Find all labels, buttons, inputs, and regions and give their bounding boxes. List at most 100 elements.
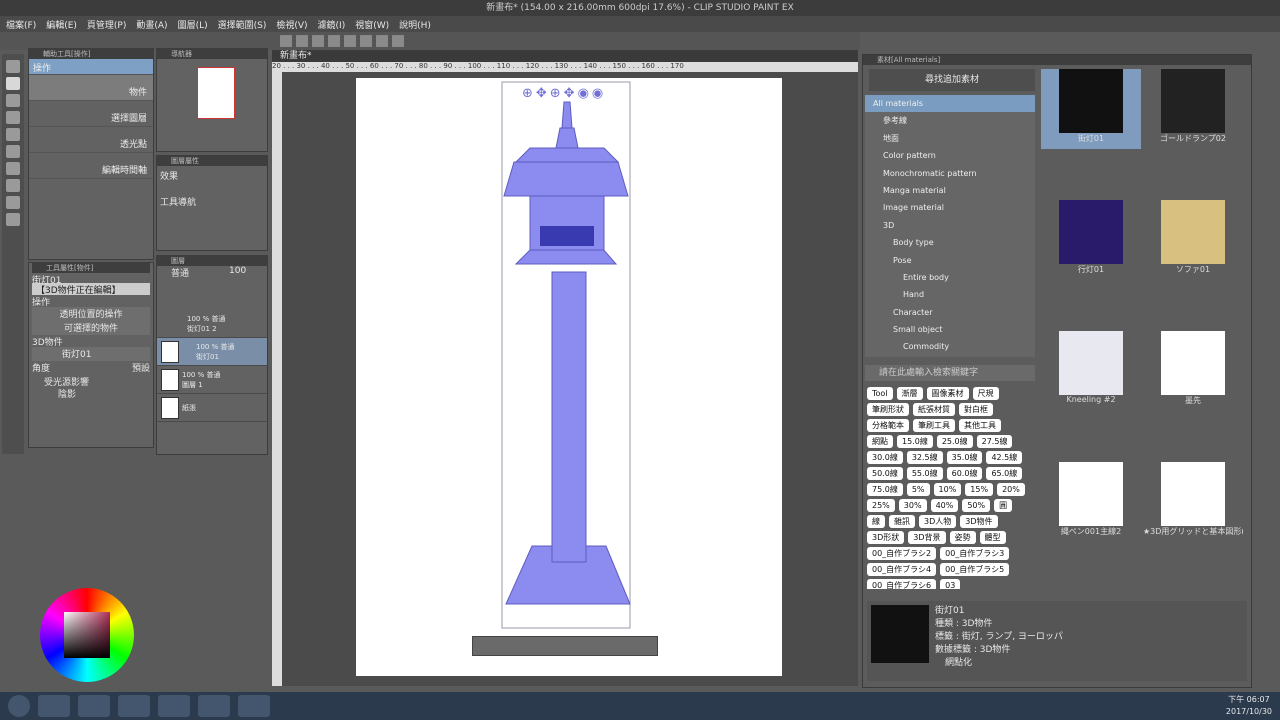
tag-chip[interactable]: 00_自作ブラシ5: [940, 563, 1010, 576]
tag-chip[interactable]: 3D人物: [919, 515, 957, 528]
transparent-op-select[interactable]: 透明位置的操作: [32, 307, 150, 321]
material-item[interactable]: 墨先: [1143, 331, 1243, 411]
material-item[interactable]: 縄ペン001主線2: [1041, 462, 1141, 542]
gradient-tool-icon[interactable]: [6, 196, 20, 209]
operation-tool-icon[interactable]: [6, 77, 20, 90]
canvas-tab[interactable]: 新畫布*: [272, 50, 858, 62]
tag-chip[interactable]: 3D背景: [908, 531, 946, 544]
menu-item[interactable]: 濾鏡(I): [318, 18, 346, 31]
save-icon[interactable]: [312, 35, 324, 47]
folder-icon[interactable]: [118, 695, 150, 717]
redo-icon[interactable]: [344, 35, 356, 47]
tag-chip[interactable]: 42.5線: [986, 451, 1023, 464]
text-tool-icon[interactable]: [6, 213, 20, 226]
tag-chip[interactable]: 40%: [930, 499, 959, 512]
light-checkbox[interactable]: 受光源影響: [32, 375, 150, 388]
tag-chip[interactable]: 00_自作ブラシ4: [867, 563, 937, 576]
tag-chip[interactable]: 漸層: [896, 387, 923, 400]
tag-chip[interactable]: 00_自作ブラシ3: [940, 547, 1010, 560]
start-icon[interactable]: [8, 695, 30, 717]
tag-chip[interactable]: 圖像素材: [926, 387, 969, 400]
tree-item[interactable]: 參考線: [865, 112, 1035, 129]
subtool-item-light[interactable]: 透光點: [29, 127, 153, 153]
menu-item[interactable]: 說明(H): [399, 18, 431, 31]
color-wheel[interactable]: [40, 588, 134, 682]
find-materials-button[interactable]: 尋找追加素材: [869, 69, 1035, 91]
canvas-page[interactable]: ⊕✥⊕✥◉◉: [356, 78, 782, 676]
brush-tool-icon[interactable]: [6, 145, 20, 158]
undo-icon[interactable]: [328, 35, 340, 47]
tag-chip[interactable]: 圓: [994, 499, 1013, 512]
tag-chip[interactable]: 5%: [906, 483, 930, 496]
tag-chip[interactable]: 線: [867, 515, 885, 528]
menu-item[interactable]: 圖層(L): [178, 18, 208, 31]
clear-icon[interactable]: [376, 35, 388, 47]
fill-tool-icon[interactable]: [6, 179, 20, 192]
zoom-tool-icon[interactable]: [6, 60, 20, 73]
opacity-value[interactable]: 100: [229, 266, 246, 280]
object-launcher-icons[interactable]: ⊕✥⊕✥◉◉: [522, 86, 606, 101]
tag-chip[interactable]: 姿勢: [949, 531, 976, 544]
tag-chip[interactable]: 50.0線: [867, 467, 903, 480]
tree-item[interactable]: Manga material: [865, 182, 1035, 199]
subtool-item-object[interactable]: 物件: [29, 75, 153, 101]
tag-chip[interactable]: 雜訊: [889, 515, 915, 528]
color-square[interactable]: [64, 612, 110, 658]
move-tool-icon[interactable]: [6, 94, 20, 107]
tag-chip[interactable]: 65.0線: [986, 467, 1023, 480]
tag-chip[interactable]: 75.0線: [867, 483, 903, 496]
lamp-post-3d-object[interactable]: [356, 78, 782, 676]
tag-chip[interactable]: 筆刷工具: [913, 419, 955, 432]
open-icon[interactable]: [296, 35, 308, 47]
tree-item[interactable]: Pose: [865, 252, 1035, 269]
tree-item[interactable]: Body type: [865, 234, 1035, 251]
shadow-checkbox[interactable]: 陰影: [32, 387, 150, 400]
object-select[interactable]: 街灯01: [32, 347, 150, 361]
angle-label[interactable]: 角度: [32, 361, 50, 375]
tag-chip[interactable]: 10%: [933, 483, 962, 496]
tag-search-input[interactable]: 請在此處輸入檢索關鍵字: [865, 365, 1035, 381]
menu-item[interactable]: 選擇範圍(S): [218, 18, 267, 31]
app-icon[interactable]: [78, 695, 110, 717]
menu-item[interactable]: 檢視(V): [276, 18, 307, 31]
line-icon[interactable]: [158, 695, 190, 717]
preset-button[interactable]: 預設: [132, 361, 150, 375]
subtool-item-layer[interactable]: 選擇圖層: [29, 101, 153, 127]
tag-chip[interactable]: 3D形狀: [867, 531, 905, 544]
tag-chip[interactable]: 32.5線: [906, 451, 943, 464]
tag-chip[interactable]: Tool: [867, 387, 893, 400]
tree-item[interactable]: Hand: [865, 286, 1035, 303]
tag-chip[interactable]: 03: [940, 579, 961, 589]
detail-checkbox[interactable]: 網點化: [935, 657, 1063, 670]
pen-tool-icon[interactable]: [6, 128, 20, 141]
tree-item[interactable]: Small object: [865, 321, 1035, 338]
subtool-item-timeline[interactable]: 編輯時間軸: [29, 153, 153, 179]
tag-chip[interactable]: 30%: [898, 499, 927, 512]
tree-item[interactable]: Character: [865, 304, 1035, 321]
menu-item[interactable]: 檔案(F): [6, 18, 36, 31]
menu-item[interactable]: 動畫(A): [136, 18, 167, 31]
eraser-tool-icon[interactable]: [6, 162, 20, 175]
tree-item[interactable]: Entire body: [865, 269, 1035, 286]
tag-chip[interactable]: 15%: [965, 483, 994, 496]
tag-chip[interactable]: 20%: [997, 483, 1025, 496]
material-item[interactable]: ソファ01: [1143, 200, 1243, 280]
tree-item[interactable]: Color pattern: [865, 147, 1035, 164]
menu-item[interactable]: 編輯(E): [46, 18, 77, 31]
layer-row[interactable]: 100 % 普通 街灯01 2: [157, 310, 267, 338]
tag-chip[interactable]: 體型: [979, 531, 1006, 544]
tag-chip[interactable]: 15.0線: [897, 435, 933, 448]
layer-row[interactable]: 紙張: [157, 394, 267, 422]
selection-tool-icon[interactable]: [6, 111, 20, 124]
tree-item[interactable]: 3D: [865, 217, 1035, 234]
tag-chip[interactable]: 30.0線: [867, 451, 903, 464]
transform-icon[interactable]: [360, 35, 372, 47]
tag-chip[interactable]: 3D物件: [960, 515, 998, 528]
tag-chip[interactable]: 網點: [867, 435, 893, 448]
material-item[interactable]: Kneeling #2: [1041, 331, 1141, 411]
tree-item[interactable]: 地面: [865, 130, 1035, 147]
app-icon[interactable]: [38, 695, 70, 717]
menu-item[interactable]: 視窗(W): [355, 18, 389, 31]
tree-item[interactable]: Image material: [865, 199, 1035, 216]
layer-row-selected[interactable]: 100 % 普通 街灯01: [157, 338, 267, 366]
